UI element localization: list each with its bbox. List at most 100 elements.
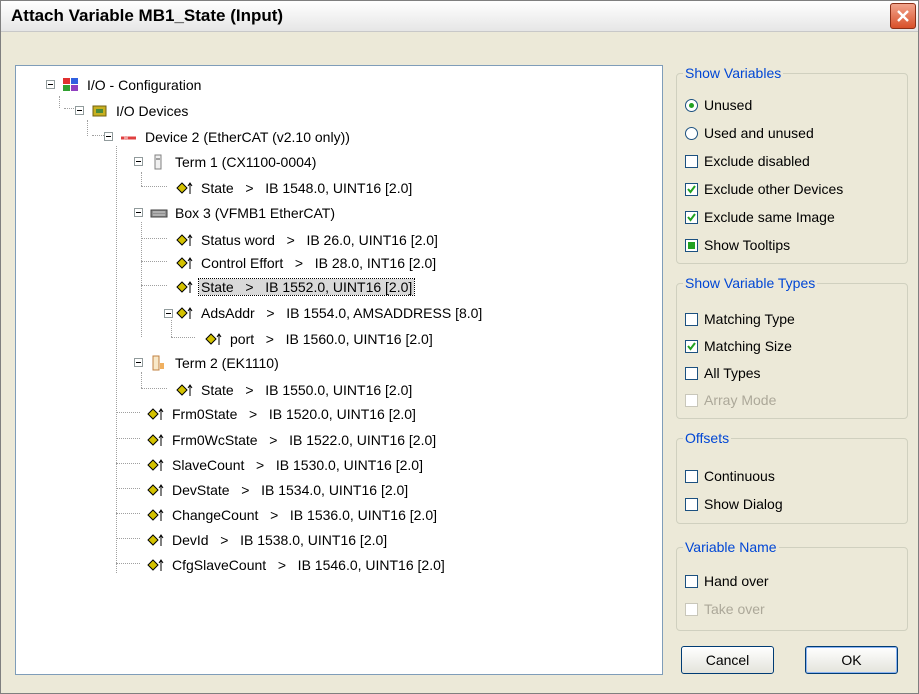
tree-line xyxy=(141,172,142,186)
input-variable-icon xyxy=(176,382,194,398)
option-label: Exclude same Image xyxy=(704,209,835,225)
checkbox-icon xyxy=(685,154,698,168)
collapse-toggle[interactable] xyxy=(75,106,84,115)
tree-label: AdsAddr > IB 1554.0, AMSADDRESS [8.0] xyxy=(201,305,483,321)
tree-node-slavecount[interactable]: SlaveCount > IB 1530.0, UINT16 [2.0] xyxy=(147,454,425,476)
checkmark-icon xyxy=(685,210,698,224)
tree-node-devstate[interactable]: DevState > IB 1534.0, UINT16 [2.0] xyxy=(147,479,410,501)
group-title: Offsets xyxy=(683,430,732,446)
tree-label: State > IB 1550.0, UINT16 [2.0] xyxy=(201,382,413,398)
tree-line xyxy=(141,222,142,337)
input-variable-icon xyxy=(147,557,165,573)
tree-node-term-2[interactable]: Term 2 (EK1110) xyxy=(150,352,281,374)
tree-node-term-1[interactable]: Term 1 (CX1100-0004) xyxy=(150,151,318,173)
tree-line xyxy=(141,261,167,262)
title-bar[interactable]: Attach Variable MB1_State (Input) xyxy=(1,1,918,32)
cancel-button[interactable]: Cancel xyxy=(681,646,774,674)
tree-node-adsaddr[interactable]: AdsAddr > IB 1554.0, AMSADDRESS [8.0] xyxy=(176,302,484,324)
tree-line xyxy=(116,412,140,413)
all-types-checkbox[interactable]: All Types xyxy=(685,362,761,384)
tree-label: Term 2 (EK1110) xyxy=(175,355,279,371)
option-label: Take over xyxy=(704,601,765,617)
checkbox-icon xyxy=(685,497,698,511)
option-label: Matching Size xyxy=(704,338,792,354)
used-and-unused-radio[interactable]: Used and unused xyxy=(685,122,814,144)
exclude-disabled-checkbox[interactable]: Exclude disabled xyxy=(685,150,810,172)
tree-label: ChangeCount > IB 1536.0, UINT16 [2.0] xyxy=(172,507,437,523)
tree-line xyxy=(92,135,104,136)
tree-line xyxy=(87,120,88,136)
tree-node-box-3[interactable]: Box 3 (VFMB1 EtherCAT) xyxy=(150,202,337,224)
option-label: All Types xyxy=(704,365,761,381)
tree-label: Frm0WcState > IB 1522.0, UINT16 [2.0] xyxy=(172,432,437,448)
tree-line xyxy=(59,96,60,108)
collapse-toggle[interactable] xyxy=(104,132,113,141)
input-variable-icon xyxy=(147,532,165,548)
collapse-toggle[interactable] xyxy=(134,157,143,166)
checkbox-icon xyxy=(685,574,698,588)
option-label: Matching Type xyxy=(704,311,795,327)
io-devices-icon xyxy=(91,103,109,119)
tree-node-control-effort[interactable]: Control Effort > IB 28.0, INT16 [2.0] xyxy=(176,252,438,274)
tree-node-changecount[interactable]: ChangeCount > IB 1536.0, UINT16 [2.0] xyxy=(147,504,439,526)
tree-label: Status word > IB 26.0, UINT16 [2.0] xyxy=(201,232,438,248)
exclude-other-devices-checkbox[interactable]: Exclude other Devices xyxy=(685,178,843,200)
group-title: Show Variables xyxy=(683,65,784,81)
tree-line xyxy=(116,563,140,564)
terminal-icon xyxy=(150,154,168,170)
tree-line xyxy=(171,337,195,338)
tree-node-box3-state[interactable]: State > IB 1552.0, UINT16 [2.0] xyxy=(176,276,416,298)
input-variable-icon xyxy=(176,305,194,321)
input-variable-icon xyxy=(147,457,165,473)
tree-node-status-word[interactable]: Status word > IB 26.0, UINT16 [2.0] xyxy=(176,229,440,251)
tree-node-frm0wcstate[interactable]: Frm0WcState > IB 1522.0, UINT16 [2.0] xyxy=(147,429,438,451)
tree-line xyxy=(116,463,140,464)
collapse-toggle[interactable] xyxy=(46,80,55,89)
checkbox-icon xyxy=(685,366,698,380)
collapse-toggle[interactable] xyxy=(134,208,143,217)
input-variable-icon xyxy=(147,482,165,498)
tree-node-port[interactable]: port > IB 1560.0, UINT16 [2.0] xyxy=(205,328,435,350)
radio-selected-icon xyxy=(685,98,698,112)
tree-node-io-devices[interactable]: I/O Devices xyxy=(91,100,190,122)
tree-label: Control Effort > IB 28.0, INT16 [2.0] xyxy=(201,255,437,271)
tree-node-devid[interactable]: DevId > IB 1538.0, UINT16 [2.0] xyxy=(147,529,389,551)
matching-type-checkbox[interactable]: Matching Type xyxy=(685,308,795,330)
show-dialog-checkbox[interactable]: Show Dialog xyxy=(685,493,783,515)
collapse-toggle[interactable] xyxy=(164,309,173,318)
checkbox-icon xyxy=(685,312,698,326)
tree-node-io-configuration[interactable]: I/O - Configuration xyxy=(62,74,203,96)
unused-radio[interactable]: Unused xyxy=(685,94,752,116)
close-icon xyxy=(897,10,909,22)
tree-label: CfgSlaveCount > IB 1546.0, UINT16 [2.0] xyxy=(172,557,445,573)
continuous-checkbox[interactable]: Continuous xyxy=(685,465,775,487)
tree-node-frm0state[interactable]: Frm0State > IB 1520.0, UINT16 [2.0] xyxy=(147,403,418,425)
tree-node-term2-state[interactable]: State > IB 1550.0, UINT16 [2.0] xyxy=(176,379,414,401)
ok-button[interactable]: OK xyxy=(805,646,898,674)
tree-label: SlaveCount > IB 1530.0, UINT16 [2.0] xyxy=(172,457,423,473)
option-label: Show Dialog xyxy=(704,496,783,512)
show-tooltips-checkbox[interactable]: Show Tooltips xyxy=(685,234,790,256)
input-variable-icon xyxy=(176,232,194,248)
show-variables-group: Show Variables Unused Used and unused Ex… xyxy=(676,65,908,264)
option-label: Hand over xyxy=(704,573,769,589)
tree-node-term1-state[interactable]: State > IB 1548.0, UINT16 [2.0] xyxy=(176,177,414,199)
variable-tree[interactable]: I/O - Configuration I/O Devices Device 2… xyxy=(15,65,663,675)
collapse-toggle[interactable] xyxy=(134,358,143,367)
tree-node-device-2[interactable]: Device 2 (EtherCAT (v2.10 only)) xyxy=(120,126,352,148)
close-button[interactable] xyxy=(890,3,916,29)
checkbox-icon xyxy=(685,393,698,407)
tree-label: State > IB 1552.0, UINT16 [2.0] xyxy=(197,278,416,296)
input-variable-icon xyxy=(147,432,165,448)
option-label: Unused xyxy=(704,97,753,113)
tree-node-cfgslavecount[interactable]: CfgSlaveCount > IB 1546.0, UINT16 [2.0] xyxy=(147,554,447,576)
input-variable-icon xyxy=(147,406,165,422)
exclude-same-image-checkbox[interactable]: Exclude same Image xyxy=(685,206,835,228)
window-title: Attach Variable MB1_State (Input) xyxy=(11,6,284,25)
tree-line xyxy=(116,438,140,439)
matching-size-checkbox[interactable]: Matching Size xyxy=(685,335,792,357)
input-variable-icon xyxy=(147,507,165,523)
hand-over-checkbox[interactable]: Hand over xyxy=(685,570,769,592)
io-configuration-icon xyxy=(62,77,80,93)
tree-label: DevId > IB 1538.0, UINT16 [2.0] xyxy=(172,532,388,548)
